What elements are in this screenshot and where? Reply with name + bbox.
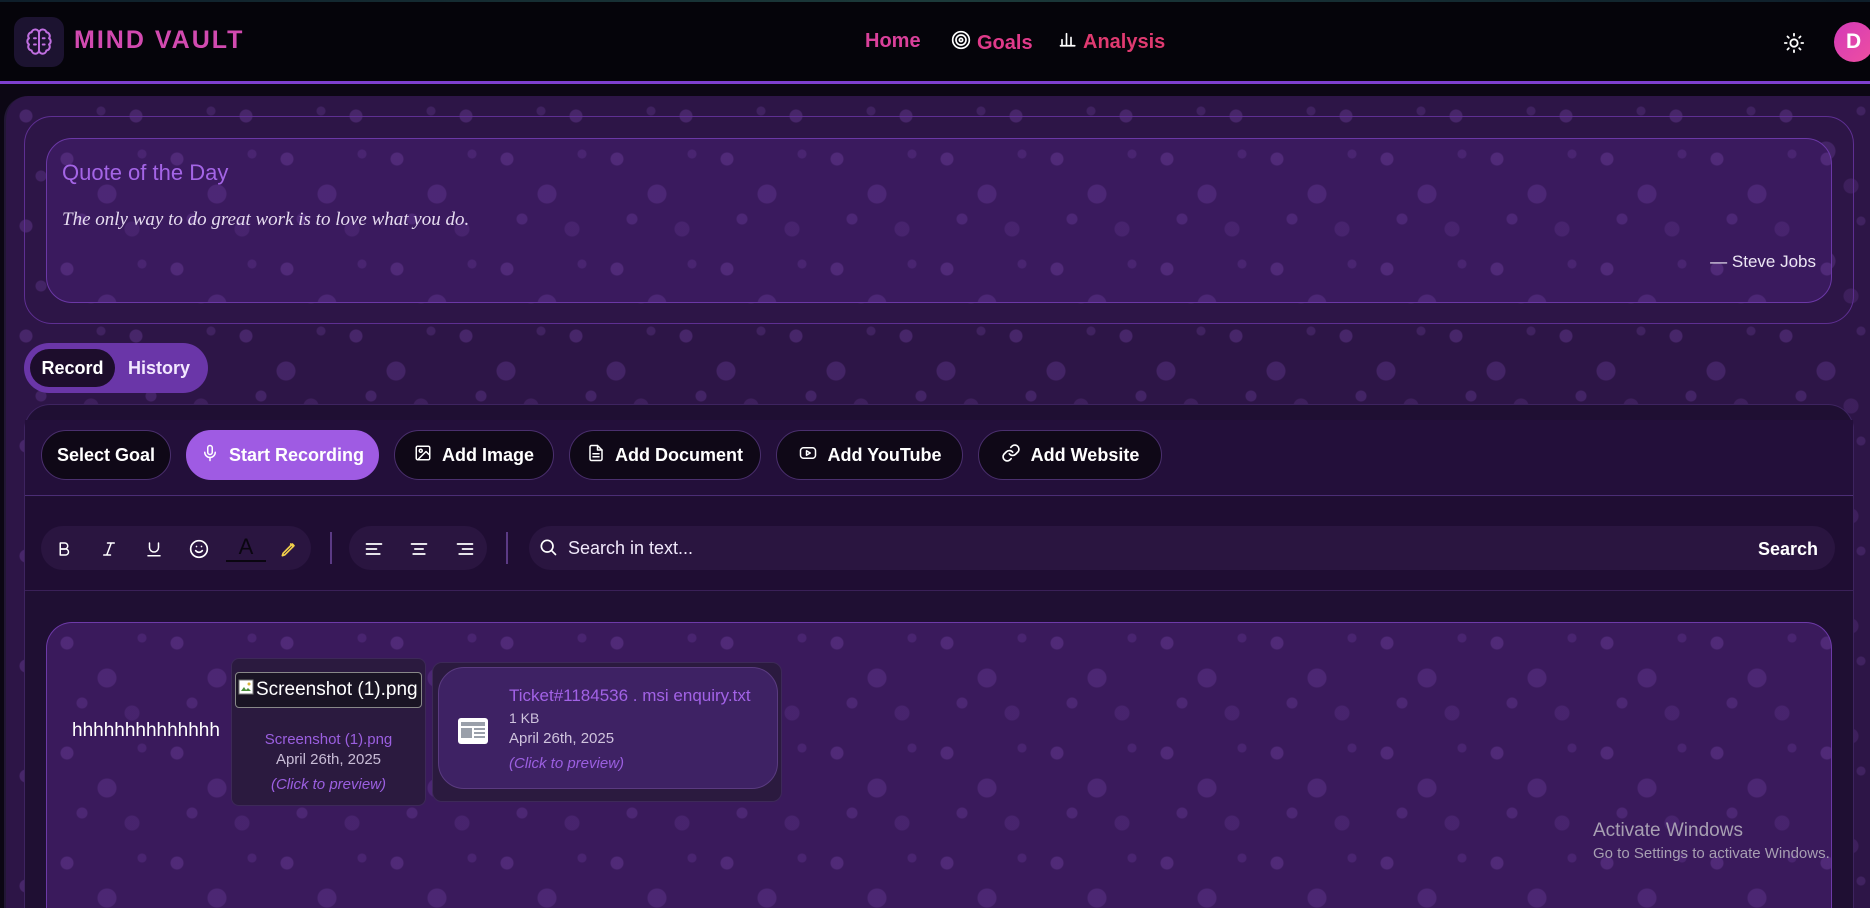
tab-record[interactable]: Record — [30, 349, 115, 387]
text-color-underline — [226, 560, 266, 562]
add-youtube-label: Add YouTube — [827, 444, 942, 465]
image-alt-text: Screenshot (1).png — [256, 679, 418, 700]
underline-icon[interactable] — [141, 536, 167, 562]
align-left-icon[interactable] — [361, 536, 387, 562]
document-icon — [587, 444, 605, 467]
italic-icon[interactable] — [96, 536, 122, 562]
text-color-icon[interactable]: A — [226, 534, 266, 562]
toolbar-divider — [506, 532, 508, 564]
document-attachment-date: April 26th, 2025 — [509, 730, 615, 747]
select-goal-button[interactable]: Select Goal — [41, 430, 171, 480]
image-icon — [414, 444, 432, 467]
add-document-label: Add Document — [615, 444, 743, 465]
youtube-icon — [798, 444, 818, 467]
align-center-icon[interactable] — [406, 536, 432, 562]
avatar-initial: D — [1846, 30, 1862, 53]
highlight-icon[interactable] — [276, 536, 302, 562]
start-recording-button[interactable]: Start Recording — [186, 430, 379, 480]
nav-home[interactable]: Home — [865, 30, 921, 53]
nav-goals[interactable]: Goals — [951, 30, 1033, 56]
search-button[interactable]: Search — [1758, 536, 1818, 562]
top-navigation-bar — [0, 0, 1870, 84]
tab-history[interactable]: History — [120, 349, 198, 387]
quote-author: — Steve Jobs — [1710, 252, 1816, 271]
avatar[interactable]: D — [1834, 22, 1870, 62]
broken-image[interactable]: Screenshot (1).png — [235, 672, 422, 708]
add-image-button[interactable]: Add Image — [394, 430, 554, 480]
add-image-label: Add Image — [441, 444, 534, 465]
add-website-label: Add Website — [1030, 444, 1140, 465]
bar-chart-icon — [1059, 30, 1077, 54]
bold-icon[interactable] — [51, 536, 77, 562]
target-icon — [951, 30, 971, 56]
nav-analysis-label: Analysis — [1083, 30, 1166, 53]
quote-text: The only way to do great work is to love… — [62, 209, 470, 230]
image-preview-hint[interactable]: (Click to preview) — [231, 776, 426, 793]
add-youtube-button[interactable]: Add YouTube — [776, 430, 963, 480]
document-attachment-size: 1 KB — [509, 710, 540, 726]
watermark-title: Activate Windows — [1593, 820, 1743, 841]
nav-goals-label: Goals — [977, 31, 1033, 54]
nav-home-label: Home — [865, 30, 921, 52]
emoji-icon[interactable] — [186, 536, 212, 562]
document-attachment-name[interactable]: Ticket#1184536 . msi enquiry.txt — [509, 686, 751, 706]
toolbar-divider — [330, 532, 332, 564]
watermark-subtitle: Go to Settings to activate Windows. — [1593, 845, 1830, 862]
search-input[interactable] — [568, 537, 1668, 559]
image-attachment-date: April 26th, 2025 — [275, 751, 382, 768]
select-goal-label: Select Goal — [56, 444, 156, 465]
text-color-glyph: A — [238, 534, 254, 559]
start-recording-label: Start Recording — [228, 444, 365, 465]
brand-title[interactable]: MIND VAULT — [74, 26, 244, 55]
activate-windows-watermark: Activate Windows Go to Settings to activ… — [1593, 820, 1830, 862]
document-preview-hint[interactable]: (Click to preview) — [509, 755, 624, 772]
align-right-icon[interactable] — [452, 536, 478, 562]
quote-title: Quote of the Day — [62, 160, 229, 185]
document-icon — [456, 714, 490, 748]
nav-analysis[interactable]: Analysis — [1059, 30, 1165, 54]
add-document-button[interactable]: Add Document — [569, 430, 761, 480]
text-format-group — [41, 526, 311, 570]
entry-text[interactable]: hhhhhhhhhhhhhh — [72, 720, 220, 742]
search-icon — [538, 537, 558, 562]
link-icon — [1001, 443, 1021, 468]
add-website-button[interactable]: Add Website — [978, 430, 1162, 480]
image-attachment-name[interactable]: Screenshot (1).png — [231, 731, 426, 748]
brain-icon[interactable] — [14, 17, 64, 67]
broken-image-icon — [238, 679, 254, 701]
sun-icon[interactable] — [1783, 32, 1805, 54]
microphone-icon — [201, 444, 219, 467]
